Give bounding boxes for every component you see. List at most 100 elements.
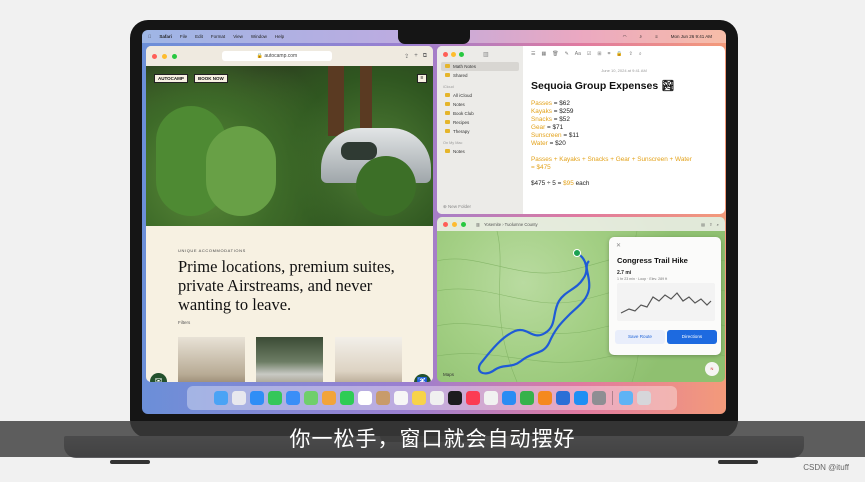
notes-toolbar: ☰ ▦ 🗑 ✎ Aa ☑ ⊞ ⌗ 🔒 ⇪ ⌕ [523, 46, 725, 62]
close-window-button[interactable] [443, 221, 448, 227]
calendar-icon[interactable] [357, 391, 372, 405]
close-window-button[interactable] [152, 53, 157, 59]
notes-icon[interactable] [411, 391, 426, 405]
sidebar-toggle-icon[interactable]: ▥ [476, 222, 480, 227]
wifi-icon[interactable]: ◠ [623, 34, 627, 40]
note-title[interactable]: Sequoia Group Expenses 🏞 [531, 79, 674, 92]
delete-icon[interactable]: 🗑 [552, 51, 558, 57]
folder-math-notes[interactable]: Math Notes [441, 62, 519, 71]
search-icon[interactable]: ⌕ [639, 51, 642, 57]
menu-item-help[interactable]: Help [275, 34, 284, 39]
address-bar-text: autocamp.com [264, 53, 298, 59]
hamburger-menu-icon[interactable]: ≡ [417, 74, 427, 83]
folder-book-club[interactable]: Book Club [437, 109, 523, 118]
compose-icon[interactable]: ✎ [565, 51, 569, 57]
menu-item-edit[interactable]: Edit [195, 34, 203, 39]
format-icon[interactable]: Aa [575, 51, 581, 57]
list-view-icon[interactable]: ☰ [531, 51, 535, 57]
redwood-trunk [360, 66, 372, 136]
trailhead-marker [573, 249, 581, 257]
safari-icon[interactable] [249, 391, 264, 405]
listing-thumbnail[interactable] [256, 337, 323, 382]
new-tab-icon[interactable]: + [414, 53, 418, 59]
note-body[interactable]: Passes = $62 Kayaks = $259 Snacks = $52 … [531, 100, 692, 188]
music-icon[interactable] [465, 391, 480, 405]
checklist-icon[interactable]: ☑ [587, 51, 591, 57]
minimize-window-button[interactable] [451, 51, 456, 57]
app-store-icon[interactable] [573, 391, 588, 405]
compass-icon[interactable]: N [705, 362, 719, 376]
minimize-window-button[interactable] [452, 221, 457, 227]
sum-result: = $475 [531, 164, 551, 171]
downloads-folder-icon[interactable] [618, 391, 633, 405]
close-window-button[interactable] [443, 51, 448, 57]
share-icon[interactable]: ⇪ [709, 222, 713, 227]
chat-icon[interactable]: ✉ [150, 373, 167, 382]
watermark: CSDN @ituff [803, 463, 849, 472]
menu-clock[interactable]: Mon Jun 26 9:41 AM [671, 34, 712, 39]
autocamp-logo[interactable]: AUTOCAMP [154, 74, 188, 83]
folder-shared[interactable]: Shared [437, 71, 523, 80]
tv-icon[interactable] [447, 391, 462, 405]
directions-button[interactable]: Directions [667, 330, 717, 344]
maps-toolbar: ▥ Yosemite › Tuolumne County ▤ ⇪ ⌕ [437, 217, 725, 231]
share-icon[interactable]: ⇪ [404, 53, 409, 60]
news-icon[interactable] [483, 391, 498, 405]
search-icon[interactable]: ⌕ [717, 222, 719, 227]
keynote-icon[interactable] [501, 391, 516, 405]
control-center-icon[interactable]: ≡ [655, 34, 658, 39]
book-now-button[interactable]: BOOK NOW [194, 74, 228, 83]
address-bar[interactable]: 🔒 autocamp.com [222, 51, 332, 61]
section-caption-on-my-mac: On My Mac [443, 141, 463, 145]
finder-icon[interactable] [213, 391, 228, 405]
contacts-icon[interactable] [375, 391, 390, 405]
map-mode-icon[interactable]: ▤ [701, 222, 705, 227]
expense-line: Gear = $71 [531, 124, 564, 131]
pages-icon[interactable] [537, 391, 552, 405]
new-folder-button[interactable]: ⊕ New Folder [443, 204, 471, 210]
system-settings-icon[interactable] [591, 391, 606, 405]
folder-therapy[interactable]: Therapy [437, 127, 523, 136]
listing-thumbnail[interactable] [178, 337, 245, 382]
sidebar-toggle-icon[interactable]: ▥ [483, 51, 489, 58]
page-headline: Prime locations, premium suites, private… [178, 257, 395, 314]
xcode-icon[interactable] [555, 391, 570, 405]
photos-icon[interactable] [321, 391, 336, 405]
mail-icon[interactable] [285, 391, 300, 405]
folder-mac-notes[interactable]: Notes [437, 147, 523, 156]
filters-link[interactable]: Filters [178, 320, 190, 325]
menu-app-name[interactable]: Safari [159, 34, 172, 39]
folder-all-icloud[interactable]: All iCloud [437, 91, 523, 100]
numbers-icon[interactable] [519, 391, 534, 405]
save-route-button[interactable]: Save Route [615, 330, 665, 344]
zoom-window-button[interactable] [172, 53, 177, 59]
share-icon[interactable]: ⇪ [629, 51, 633, 57]
launchpad-icon[interactable] [231, 391, 246, 405]
facetime-icon[interactable] [339, 391, 354, 405]
menu-item-file[interactable]: File [180, 34, 187, 39]
lock-note-icon[interactable]: 🔒 [616, 51, 622, 57]
menu-item-window[interactable]: Window [251, 34, 267, 39]
section-eyebrow: UNIQUE ACCOMMODATIONS [178, 248, 246, 253]
folder-notes[interactable]: Notes [437, 100, 523, 109]
zoom-window-button[interactable] [461, 221, 466, 227]
trash-icon[interactable] [636, 391, 651, 405]
close-icon[interactable]: ✕ [616, 242, 621, 249]
menu-item-view[interactable]: View [233, 34, 243, 39]
attachment-icon[interactable]: ⌗ [608, 51, 611, 57]
accessibility-icon[interactable]: ♿ [414, 374, 431, 382]
reminders-icon[interactable] [393, 391, 408, 405]
maps-icon[interactable] [303, 391, 318, 405]
zoom-window-button[interactable] [459, 51, 464, 57]
search-icon[interactable]: ⌕ [640, 34, 643, 39]
minimize-window-button[interactable] [162, 53, 167, 59]
folder-recipes[interactable]: Recipes [437, 118, 523, 127]
listing-thumbnail[interactable] [335, 337, 402, 382]
messages-icon[interactable] [267, 391, 282, 405]
tab-overview-icon[interactable]: ⧉ [423, 53, 427, 60]
menu-item-format[interactable]: Format [211, 34, 225, 39]
table-icon[interactable]: ⊞ [597, 51, 601, 57]
gallery-view-icon[interactable]: ▦ [541, 51, 546, 57]
freeform-icon[interactable] [429, 391, 444, 405]
apple-menu-icon[interactable]:  [148, 34, 151, 39]
